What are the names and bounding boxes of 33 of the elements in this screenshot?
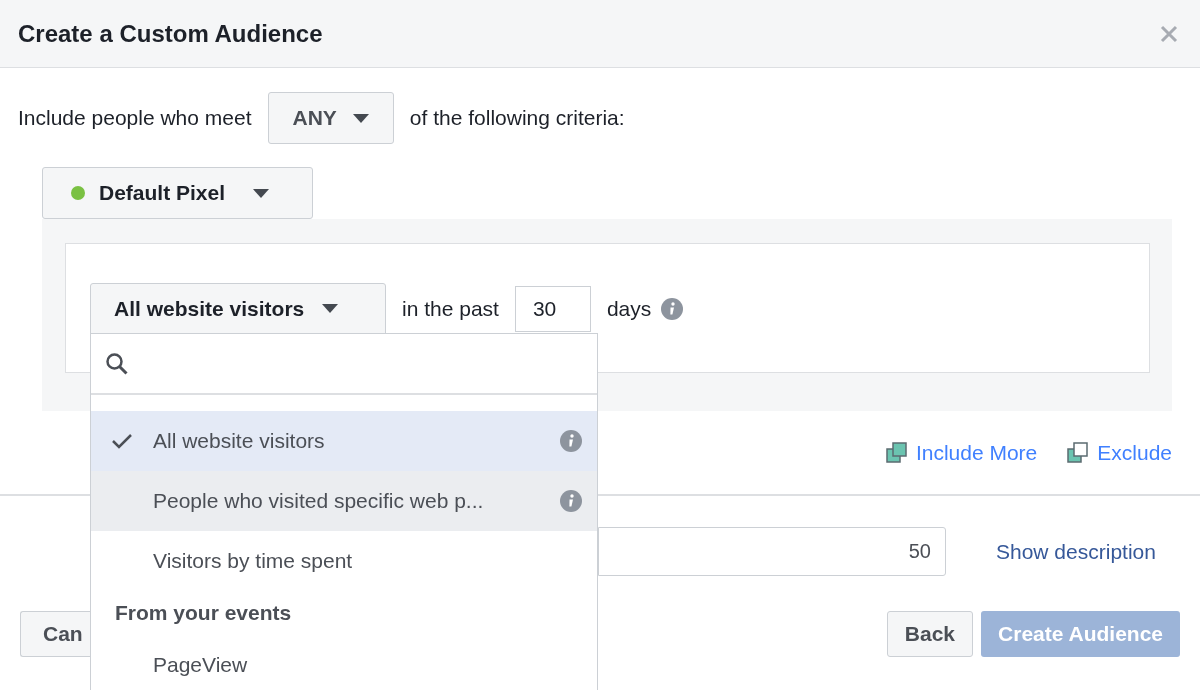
overlapping-squares-icon (1067, 442, 1090, 464)
days-label: days (606, 295, 652, 322)
caret-icon (352, 113, 369, 123)
menu-option[interactable]: People who visited specific web p... (91, 471, 597, 531)
dialog-title: Create a Custom Audience (18, 18, 323, 49)
menu-heading: From your events (114, 600, 293, 627)
checkmark-icon (111, 433, 133, 449)
days-field[interactable]: 30 (514, 285, 591, 332)
caret-icon (322, 304, 339, 313)
menu-option[interactable]: All website visitors (91, 411, 597, 471)
option-label: PageView (153, 652, 249, 679)
option-label: Visitors by time spent (153, 548, 354, 575)
close-icon (1160, 24, 1178, 43)
criteria-suffix: of the following criteria: (409, 105, 625, 132)
stacked-squares-icon (885, 442, 908, 464)
cancel-button[interactable]: Can (20, 611, 90, 657)
match-dropdown[interactable]: ANY (267, 92, 394, 144)
criteria-prefix: Include people who meet (18, 105, 252, 132)
back-button[interactable]: Back (886, 611, 974, 657)
show-description-link[interactable]: Show description (996, 535, 1156, 568)
audience-size-field[interactable]: 50 (598, 527, 946, 576)
info-icon (560, 430, 582, 452)
past-label: in the past (402, 295, 499, 322)
search-icon (105, 351, 129, 376)
exclude-link[interactable]: Exclude (1067, 439, 1172, 467)
include-more-link[interactable]: Include More (885, 439, 1038, 467)
pixel-dropdown[interactable]: Default Pixel (42, 167, 313, 219)
option-label: People who visited specific web p... (153, 488, 485, 515)
caret-icon (253, 188, 270, 198)
source-dropdown[interactable]: All website visitors (90, 283, 386, 334)
option-label: All website visitors (153, 428, 326, 455)
info-icon (661, 297, 684, 320)
info-icon (560, 490, 582, 512)
